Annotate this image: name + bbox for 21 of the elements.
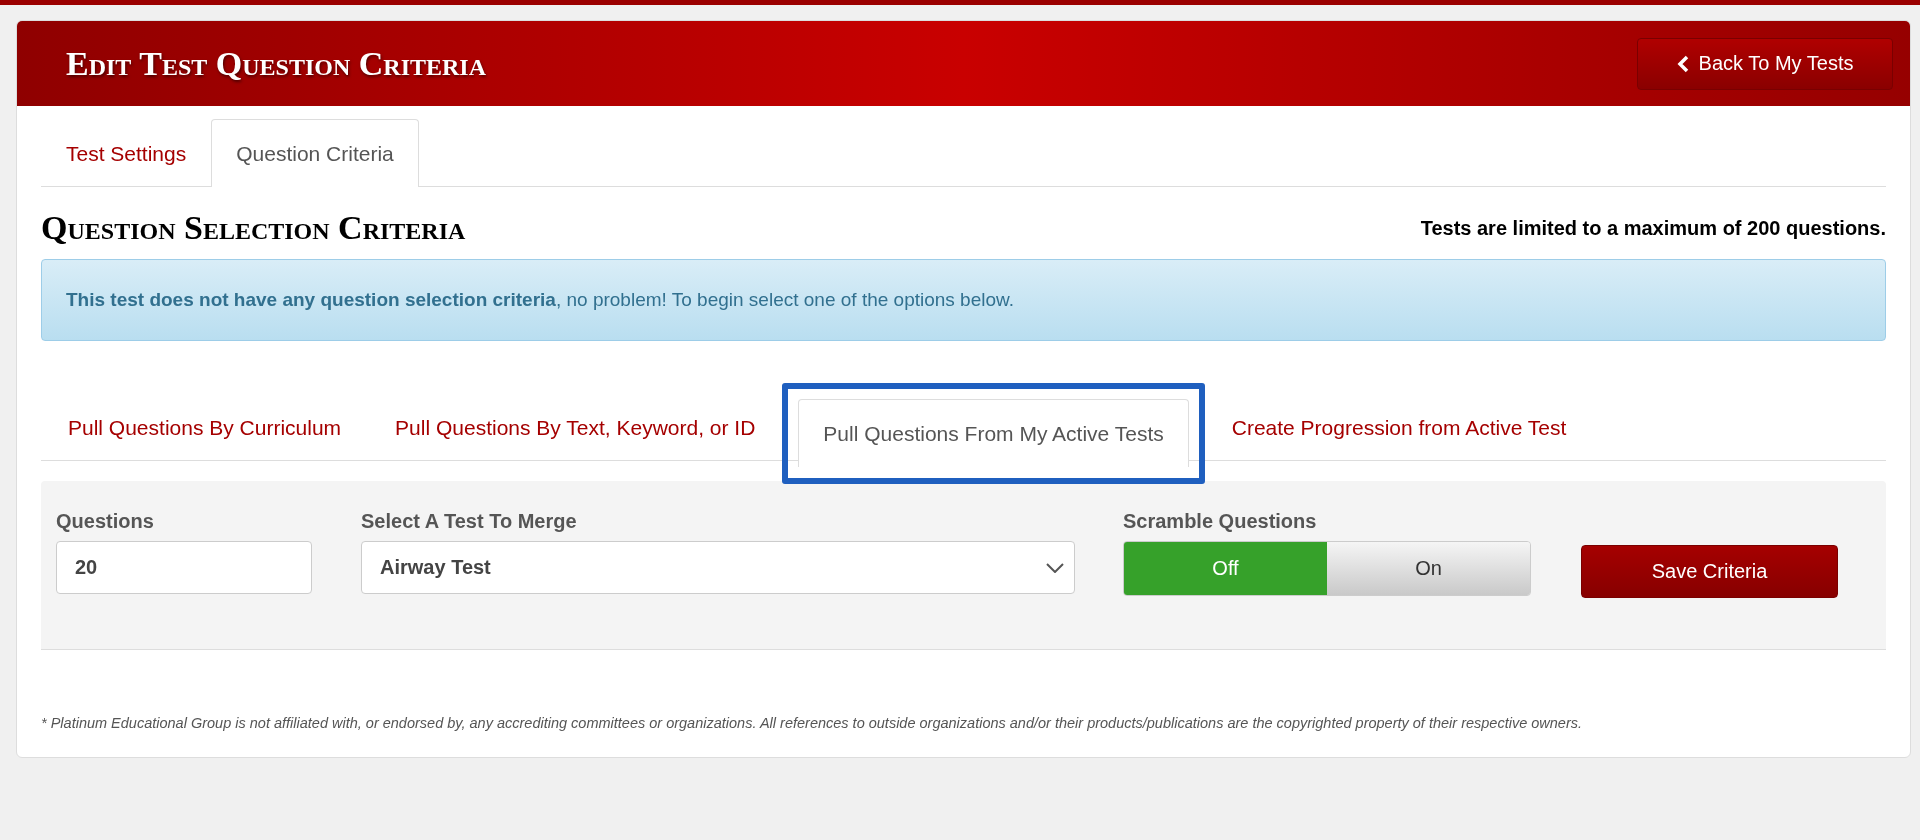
disclaimer-text: * Platinum Educational Group is not affiliated with, or endorsed by, any accrediting committees or organizations. All references to outside organizations and/or their products/publications are the copyrighted property of their respective owners. — [41, 715, 1584, 731]
questions-input[interactable]: 20 — [56, 541, 312, 594]
test-select[interactable]: Airway Test — [361, 541, 1075, 594]
save-criteria-button[interactable]: Save Criteria — [1581, 545, 1838, 598]
tab[interactable]: Pull Questions From My Active Tests — [798, 399, 1189, 467]
field-label: Select A Test To Merge — [361, 510, 578, 533]
back-button[interactable]: Back To My Tests — [1637, 37, 1893, 90]
tab[interactable]: Pull Questions By Text, Keyword, or ID — [368, 393, 783, 461]
chevron-left-icon — [1676, 54, 1689, 73]
tab[interactable]: Test Settings — [41, 119, 212, 187]
limit-note: Tests are limited to a maximum of 200 questions. — [1420, 216, 1886, 240]
page-title: Edit Test Question Criteria — [66, 44, 486, 83]
tab[interactable]: Create Progression from Active Test — [1204, 393, 1594, 461]
section-title: Question Selection Criteria — [41, 209, 466, 247]
info-alert: This test does not have any question selection criteria, no problem! To begin select one of the options below. — [41, 259, 1886, 341]
chevron-down-icon — [1046, 562, 1064, 573]
tab[interactable]: Pull Questions By Curriculum — [41, 393, 369, 461]
tab[interactable]: Question Criteria — [211, 119, 419, 187]
field-label: Questions — [56, 510, 155, 533]
toggle-option[interactable]: On — [1327, 542, 1530, 595]
field-label: Scramble Questions — [1123, 510, 1318, 533]
